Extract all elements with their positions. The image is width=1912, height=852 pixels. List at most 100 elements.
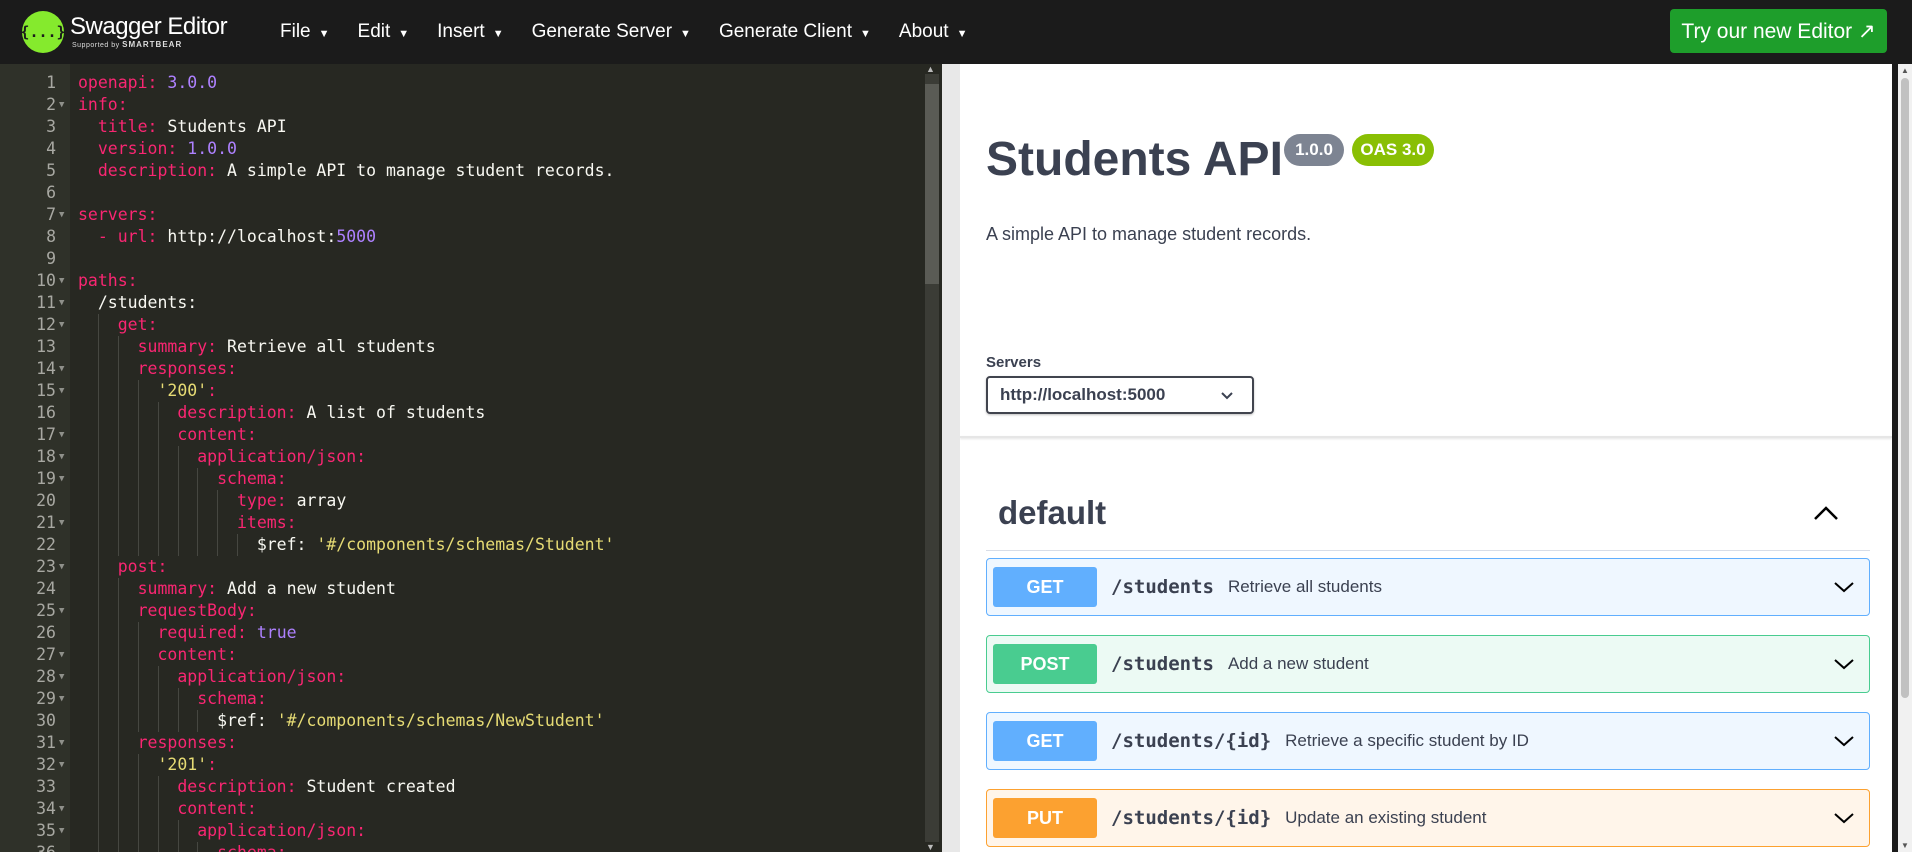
fold-toggle-icon[interactable]: ▼ [59, 468, 64, 490]
fold-toggle-icon[interactable]: ▼ [59, 424, 64, 446]
code-line[interactable]: 5 description: A simple API to manage st… [0, 160, 922, 182]
chevron-up-icon[interactable] [1812, 502, 1840, 524]
fold-toggle-icon[interactable]: ▼ [59, 732, 64, 754]
fold-toggle-icon[interactable]: ▼ [59, 270, 64, 292]
menu-file[interactable]: File ▼ [266, 0, 344, 64]
code-line[interactable]: 7 ▼ servers: [0, 204, 922, 226]
code-line[interactable]: 3 title: Students API [0, 116, 922, 138]
indent-guide [177, 710, 179, 732]
code-line[interactable]: 13 summary: Retrieve all students [0, 336, 922, 358]
yaml-key: schema [217, 469, 277, 488]
code-line[interactable]: 12 ▼ get: [0, 314, 922, 336]
menu-file-label: File [280, 21, 311, 42]
section-divider [960, 436, 1892, 438]
operation-put-student-by-id[interactable]: PUT /students/{id} Update an existing st… [986, 789, 1870, 847]
fold-toggle-icon[interactable]: ▼ [59, 512, 64, 534]
yaml-key: summary [137, 579, 208, 598]
operation-get-student-by-id[interactable]: GET /students/{id} Retrieve a specific s… [986, 712, 1870, 770]
menu-generate-client[interactable]: Generate Client ▼ [705, 0, 885, 64]
operation-summary: Retrieve a specific student by ID [1285, 731, 1529, 750]
code-line[interactable]: 23 ▼ post: [0, 556, 922, 578]
code-line[interactable]: 8 - url: http://localhost:5000 [0, 226, 922, 248]
fold-toggle-icon[interactable]: ▼ [59, 798, 64, 820]
fold-toggle-icon[interactable]: ▼ [59, 644, 64, 666]
fold-toggle-icon[interactable]: ▼ [59, 446, 64, 468]
indent-guide [177, 446, 179, 468]
scroll-down-icon[interactable]: ▼ [926, 842, 935, 852]
indent-guide [137, 402, 139, 424]
code-line[interactable]: 10 ▼ paths: [0, 270, 922, 292]
fold-toggle-icon[interactable]: ▼ [59, 204, 64, 226]
fold-toggle-icon[interactable]: ▼ [59, 94, 64, 116]
code-line[interactable]: 1 openapi: 3.0.0 [0, 72, 922, 94]
indent-guide [137, 622, 139, 644]
fold-toggle-icon[interactable]: ▼ [59, 688, 64, 710]
line-number: 17 [36, 425, 56, 444]
indent-guide [117, 534, 119, 556]
indent-guide [157, 512, 159, 534]
operation-post-students[interactable]: POST /students Add a new student [986, 635, 1870, 693]
code-line[interactable]: 6 [0, 182, 922, 204]
fold-toggle-icon[interactable]: ▼ [59, 358, 64, 380]
code-line[interactable]: 2 ▼ info: [0, 94, 922, 116]
preview-scroll-thumb[interactable] [1901, 78, 1909, 698]
fold-toggle-icon[interactable]: ▼ [59, 556, 64, 578]
code-line[interactable]: 14 ▼ responses: [0, 358, 922, 380]
code-text: - url: http://localhost:5000 [78, 226, 376, 248]
editor-scroll-thumb[interactable] [925, 84, 939, 284]
fold-toggle-icon[interactable]: ▼ [59, 820, 64, 842]
tag-title[interactable]: default [998, 494, 1106, 532]
indent-guide [97, 798, 99, 820]
method-badge: PUT [993, 798, 1097, 838]
pane-splitter[interactable] [942, 64, 960, 852]
chevron-down-icon[interactable] [1833, 579, 1855, 595]
yaml-value: '201' [157, 755, 208, 774]
indent-guide [97, 666, 99, 688]
chevron-down-icon[interactable] [1833, 656, 1855, 672]
code-line[interactable]: 4 version: 1.0.0 [0, 138, 922, 160]
indent-guide [177, 820, 179, 842]
scroll-up-icon[interactable]: ▲ [926, 64, 935, 74]
fold-toggle-icon[interactable]: ▼ [59, 314, 64, 336]
fold-toggle-icon[interactable]: ▼ [59, 754, 64, 776]
fold-toggle-icon[interactable]: ▼ [59, 292, 64, 314]
scroll-down-icon[interactable]: ▼ [1901, 841, 1909, 850]
code-line[interactable]: 31 ▼ responses: [0, 732, 922, 754]
chevron-down-icon[interactable] [1833, 733, 1855, 749]
servers-select[interactable]: http://localhost:5000 [986, 376, 1254, 414]
chevron-down-icon[interactable] [1833, 810, 1855, 826]
indent-guide [137, 798, 139, 820]
code-line[interactable]: 11 ▼ /students: [0, 292, 922, 314]
yaml-value: : [207, 755, 218, 774]
editor-scrollbar[interactable]: ▲ ▼ [922, 64, 942, 852]
fold-toggle-icon[interactable]: ▼ [59, 666, 64, 688]
indent-guide [117, 644, 119, 666]
yaml-value: '#/components/schemas/NewStudent' [276, 711, 605, 730]
code-editor[interactable]: 1 openapi: 3.0.0 2 ▼ info: 3 title: Students … [0, 64, 922, 852]
fold-toggle-icon[interactable]: ▼ [59, 380, 64, 402]
yaml-separator: : [147, 315, 158, 334]
code-line[interactable]: 24 summary: Add a new student [0, 578, 922, 600]
try-new-editor-button[interactable]: Try our new Editor ↗ [1670, 9, 1887, 53]
indent-guide [117, 336, 119, 358]
menu-insert[interactable]: Insert ▼ [423, 0, 517, 64]
menu-bar: File ▼ Edit ▼ Insert ▼ Generate Server ▼ Gen… [266, 0, 981, 64]
fold-toggle-icon[interactable]: ▼ [59, 600, 64, 622]
code-line[interactable]: 9 [0, 248, 922, 270]
code-line[interactable]: 25 ▼ requestBody: [0, 600, 922, 622]
menu-about[interactable]: About ▼ [885, 0, 982, 64]
indent-guide [97, 358, 99, 380]
menu-edit[interactable]: Edit ▼ [344, 0, 424, 64]
line-number: 28 [36, 667, 56, 686]
operation-get-students[interactable]: GET /students Retrieve all students [986, 558, 1870, 616]
preview-scrollbar[interactable]: ▲ ▼ [1898, 64, 1912, 852]
indent-guide [177, 490, 179, 512]
api-title: Students API [986, 133, 1283, 186]
scroll-up-icon[interactable]: ▲ [1901, 66, 1909, 75]
oas-badge: OAS 3.0 [1352, 134, 1434, 166]
swagger-logo[interactable]: {...} Swagger Editor Supported by SMARTB… [20, 7, 232, 57]
menu-generate-server[interactable]: Generate Server ▼ [518, 0, 705, 64]
